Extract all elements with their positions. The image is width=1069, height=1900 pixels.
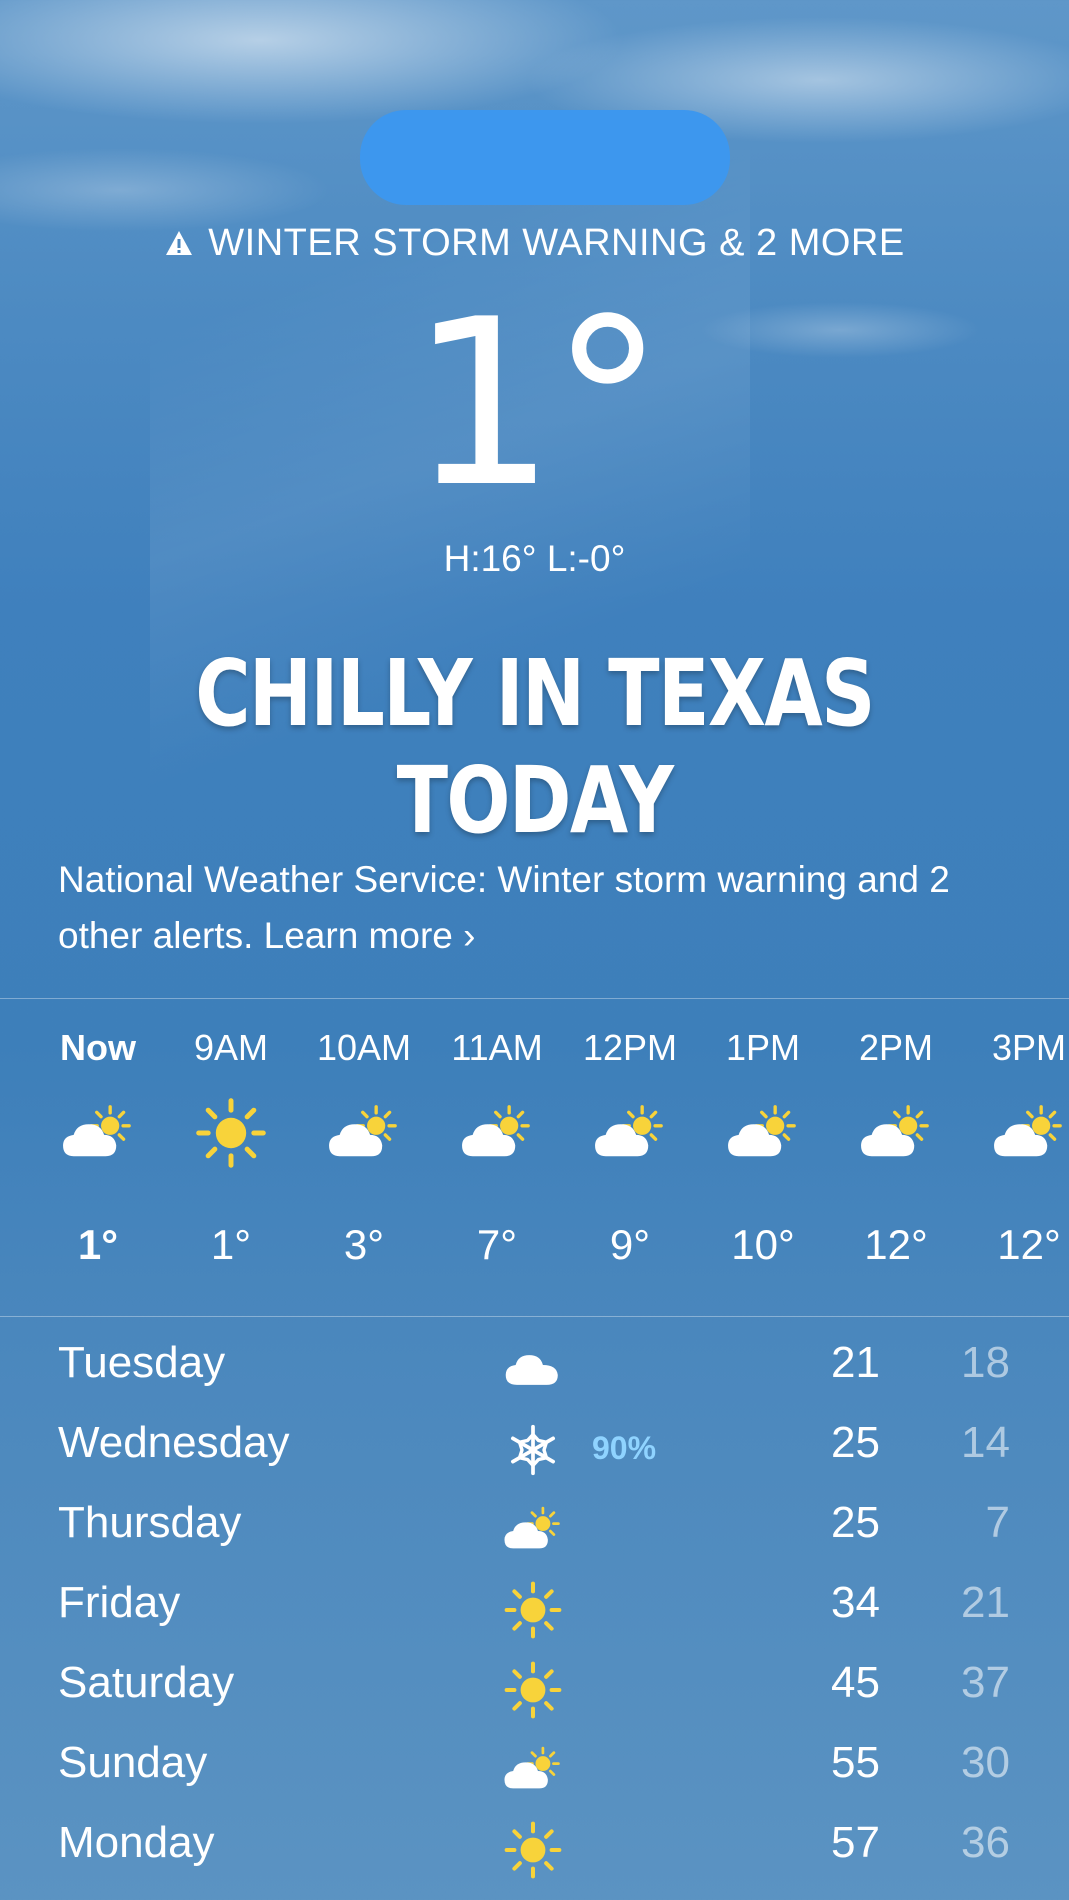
hourly-temp: 12° [997, 1221, 1061, 1268]
hourly-time: Now [60, 1027, 136, 1068]
hourly-temp: 12° [864, 1221, 928, 1268]
partly-sunny-icon [294, 1078, 434, 1188]
partly-sunny-icon [826, 1078, 966, 1188]
precip-chance: 90% [592, 1430, 657, 1466]
hourly-temp: 1° [77, 1221, 119, 1268]
partly-sunny-icon [959, 1078, 1069, 1188]
high-temp: 25 [831, 1418, 880, 1467]
partly-sunny-icon [427, 1078, 567, 1188]
partly-sunny-icon [495, 1492, 571, 1568]
daily-forecast: Tuesday 21 18 Wednesday 90% 25 14 Thursday 25 7 Fr… [0, 1330, 1069, 1890]
sun-icon [161, 1078, 301, 1188]
partly-sunny-icon [28, 1078, 168, 1188]
hourly-forecast[interactable]: Now 1° 9AM 1° 10AM 3° 11AM 7° 12PM 9° 1PM 10° 2PM 12°… [0, 1018, 1069, 1308]
low-temp: 36 [961, 1818, 1010, 1867]
hourly-item: 1PM 10° [693, 1018, 833, 1280]
nws-alert-notice[interactable]: National Weather Service: Winter storm w… [58, 852, 958, 964]
day-name: Sunday [58, 1738, 208, 1787]
hourly-time: 10AM [316, 1027, 412, 1068]
high-temp: 21 [831, 1338, 880, 1387]
partly-sunny-icon [560, 1078, 700, 1188]
daily-row[interactable]: Tuesday 21 18 [0, 1330, 1069, 1410]
low-temp: 21 [961, 1578, 1010, 1627]
high-temp: 34 [831, 1578, 880, 1627]
location-redaction [360, 110, 730, 205]
hourly-item: 9AM 1° [161, 1018, 301, 1280]
day-name: Monday [58, 1818, 215, 1867]
snowflake-icon [495, 1412, 571, 1488]
divider-middle [0, 1316, 1069, 1317]
hourly-item: 2PM 12° [826, 1018, 966, 1280]
sun-icon [495, 1812, 571, 1888]
hourly-time: 2PM [858, 1027, 934, 1068]
partly-sunny-icon [693, 1078, 833, 1188]
hourly-temp: 1° [210, 1221, 252, 1268]
alert-banner[interactable]: WINTER STORM WARNING & 2 MORE [0, 222, 1069, 265]
low-temp: 18 [961, 1338, 1010, 1387]
hourly-temp: 3° [343, 1221, 385, 1268]
current-temperature: 1° [409, 271, 665, 538]
sun-icon [495, 1652, 571, 1728]
high-low-temperature: H:16° L:-0° [443, 538, 626, 579]
day-name: Friday [58, 1578, 181, 1627]
day-name: Saturday [58, 1658, 235, 1707]
headline-banner: CHILLY IN TEXAS TODAY [195, 640, 875, 854]
hourly-time: 9AM [193, 1027, 269, 1068]
high-temp: 25 [831, 1498, 880, 1547]
low-temp: 14 [961, 1418, 1010, 1467]
hourly-item: 12PM 9° [560, 1018, 700, 1280]
hourly-temp: 7° [476, 1221, 518, 1268]
day-name: Wednesday [58, 1418, 290, 1467]
daily-row[interactable]: Thursday 25 7 [0, 1490, 1069, 1570]
hourly-time: 3PM [991, 1027, 1067, 1068]
alert-text: WINTER STORM WARNING & 2 MORE [208, 222, 905, 264]
hourly-item: 10AM 3° [294, 1018, 434, 1280]
hourly-time: 12PM [582, 1027, 678, 1068]
hourly-temp: 9° [609, 1221, 651, 1268]
daily-row[interactable]: Sunday 55 30 [0, 1730, 1069, 1810]
hourly-time: 1PM [725, 1027, 801, 1068]
hourly-temp: 10° [731, 1221, 795, 1268]
cloud-icon [495, 1332, 571, 1408]
low-temp: 7 [985, 1498, 1010, 1547]
hourly-item: 11AM 7° [427, 1018, 567, 1280]
day-name: Tuesday [58, 1338, 226, 1387]
hourly-time: 11AM [451, 1027, 543, 1068]
daily-row[interactable]: Friday 34 21 [0, 1570, 1069, 1650]
divider-top [0, 998, 1069, 999]
daily-row[interactable]: Wednesday 90% 25 14 [0, 1410, 1069, 1490]
warning-triangle-icon [166, 231, 193, 255]
nws-alert-text: National Weather Service: Winter storm w… [58, 859, 950, 956]
chevron-right-icon: › [463, 915, 476, 956]
hourly-item: 3PM 12° [959, 1018, 1069, 1280]
high-temp: 55 [831, 1738, 880, 1787]
daily-row[interactable]: Saturday 45 37 [0, 1650, 1069, 1730]
low-temp: 37 [961, 1658, 1010, 1707]
hourly-item: Now 1° [28, 1018, 168, 1280]
high-temp: 57 [831, 1818, 880, 1867]
high-temp: 45 [831, 1658, 880, 1707]
day-name: Thursday [58, 1498, 242, 1547]
daily-row[interactable]: Monday 57 36 [0, 1810, 1069, 1890]
sun-icon [495, 1572, 571, 1648]
low-temp: 30 [961, 1738, 1010, 1787]
partly-sunny-icon [495, 1732, 571, 1808]
